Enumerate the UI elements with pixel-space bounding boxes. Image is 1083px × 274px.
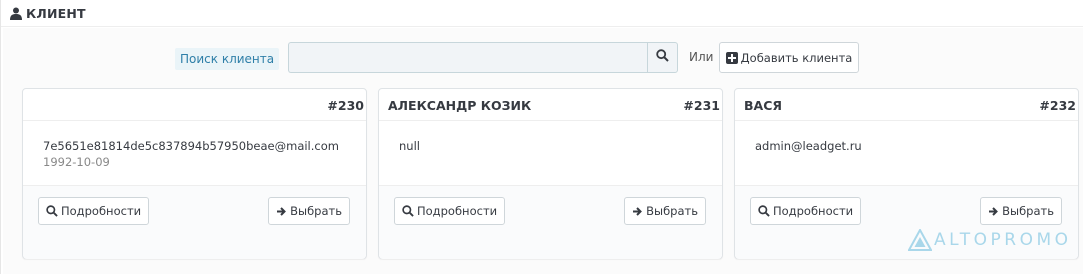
search-icon	[758, 205, 770, 217]
search-icon	[656, 48, 669, 67]
select-button[interactable]: Выбрать	[624, 197, 706, 225]
client-id: #230	[327, 98, 364, 113]
client-birthdate: 1992-10-09	[43, 155, 110, 169]
details-label: Подробности	[417, 204, 498, 218]
details-label: Подробности	[61, 204, 142, 218]
select-label: Выбрать	[646, 204, 698, 218]
details-button[interactable]: Подробности	[38, 197, 150, 225]
watermark-text: ALTOPROMO	[934, 230, 1072, 250]
client-card-231: АЛЕКСАНДР КОЗИК #231 null Подробности Вы…	[378, 88, 723, 259]
client-name: ВАСЯ	[744, 98, 783, 113]
search-icon	[402, 205, 414, 217]
arrow-right-icon	[633, 206, 643, 216]
client-id: #231	[683, 98, 720, 113]
card-footer: Подробности Выбрать	[23, 185, 366, 259]
details-button[interactable]: Подробности	[750, 197, 862, 225]
add-client-button[interactable]: Добавить клиента	[719, 42, 859, 73]
details-label: Подробности	[773, 204, 854, 218]
search-label: Поиск клиента	[175, 48, 280, 70]
client-card-230: #230 7e5651e81814de5c837894b57950beae@ma…	[22, 88, 367, 259]
client-name: АЛЕКСАНДР КОЗИК	[388, 98, 532, 113]
altopromo-watermark: ALTOPROMO	[908, 226, 1072, 254]
card-header: #230	[23, 89, 366, 121]
card-footer: Подробности Выбрать	[379, 185, 722, 259]
search-icon	[46, 205, 58, 217]
details-button[interactable]: Подробности	[394, 197, 506, 225]
user-icon	[10, 7, 22, 20]
panel-header: КЛИЕНТ	[1, 0, 1083, 27]
triangle-logo-icon	[908, 229, 932, 251]
client-id: #232	[1039, 98, 1076, 113]
client-email: admin@leadget.ru	[755, 139, 862, 153]
select-button[interactable]: Выбрать	[268, 197, 350, 225]
arrow-right-icon	[989, 206, 999, 216]
arrow-right-icon	[277, 206, 287, 216]
or-text: Или	[689, 50, 714, 64]
card-header: АЛЕКСАНДР КОЗИК #231	[379, 89, 722, 121]
client-email: 7e5651e81814de5c837894b57950beae@mail.co…	[43, 139, 339, 153]
panel-title: КЛИЕНТ	[26, 5, 86, 21]
select-button[interactable]: Выбрать	[980, 197, 1062, 225]
client-email: null	[399, 139, 420, 153]
select-label: Выбрать	[290, 204, 342, 218]
search-input[interactable]	[288, 42, 648, 73]
search-button[interactable]	[647, 42, 678, 73]
card-header: ВАСЯ #232	[735, 89, 1078, 121]
select-label: Выбрать	[1002, 204, 1054, 218]
plus-square-icon	[725, 51, 738, 64]
add-client-label: Добавить клиента	[740, 50, 853, 65]
